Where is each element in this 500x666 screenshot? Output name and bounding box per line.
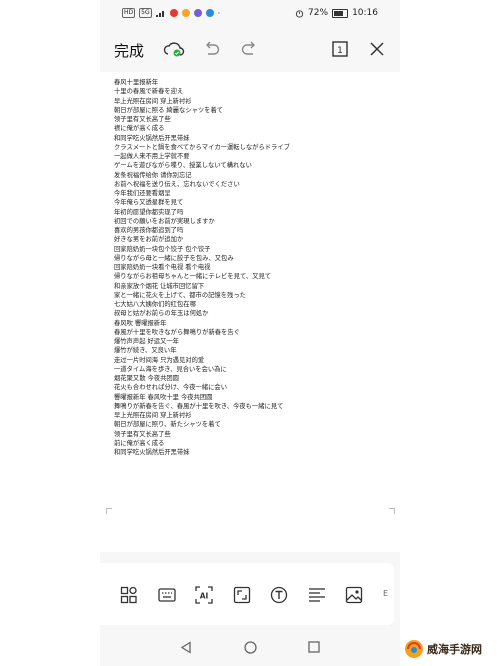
document-text[interactable]: 春风十里报新年 十里の春風で新春を迎え 早上光照在房间 穿上新衬衫 朝日が部屋に照る … xyxy=(114,78,389,457)
document-line: 帰りながらお祖母ちゃんと一緒にテレビを見て、又見て xyxy=(114,273,272,281)
document-line: 早上光照在房间 穿上新衬衫 xyxy=(114,412,192,419)
cloud-sync-icon xyxy=(163,42,185,57)
layout-button[interactable] xyxy=(120,584,158,606)
document-line: 前に俺が高く成る xyxy=(114,439,165,447)
site-watermark: 威海手游网 xyxy=(404,636,500,662)
status-left: HD 5G · xyxy=(122,8,220,18)
document-line: 爆竹声声起 好运又一年 xyxy=(114,338,179,345)
crop-button[interactable] xyxy=(233,584,271,606)
app-notification-icon xyxy=(181,9,190,17)
layout-icon xyxy=(120,586,137,604)
page-corner-bottom-right xyxy=(389,508,395,514)
document-line: 今年俺ら又透星群を見て xyxy=(114,199,184,207)
watermark-logo-icon xyxy=(405,640,423,658)
document-line: ゲームを遊びながら喋り、授業しないて構れない xyxy=(114,162,252,170)
hd-chip: HD xyxy=(122,8,136,18)
document-line: 朝日が部屋に照る 綺麗なシャツを着て xyxy=(114,106,224,114)
undo-icon xyxy=(206,41,220,55)
message-icon xyxy=(193,9,202,17)
keyboard-icon xyxy=(157,588,176,602)
text-button[interactable] xyxy=(270,584,308,606)
close-button[interactable] xyxy=(366,38,388,60)
phone-screen: HD 5G · 72% 10:16 完成 1 春风十里报新年 十里の春風で新春を… xyxy=(100,0,400,666)
document-line: 一道タイム海を歩き、見合いを会い為に xyxy=(114,365,227,373)
document-line: 初回での願いをお前が実現しますか xyxy=(114,217,215,225)
done-button[interactable]: 完成 xyxy=(114,40,144,61)
document-line: 春风十里报新年 xyxy=(114,79,159,86)
ai-icon: AI xyxy=(195,586,213,604)
crop-icon xyxy=(233,586,250,604)
document-line: 今年我们还要看烟呈 xyxy=(114,190,171,197)
document-line: 春風が十里を吹きながら舞鳴りが新春を告ぐ xyxy=(114,328,240,336)
notification-icon xyxy=(169,9,178,17)
watermark-text: 威海手游网 xyxy=(427,643,482,656)
document-line: 回家陪奶奶一块包个饺子 包个饺子 xyxy=(114,245,211,253)
document-line: 春风吹 響曜报新年 xyxy=(114,319,167,327)
document-line: 领子里有又长高了些 xyxy=(114,116,171,123)
document-line: 领子里有又长高了些 xyxy=(114,430,171,438)
redo-icon xyxy=(241,41,255,55)
page-count-icon: 1 xyxy=(332,41,348,57)
document-line: 舞鳴りが新春を告ぐ、春風が十里を吹き、今夜も一緒に見て xyxy=(114,402,284,410)
editor-toolbar: 完成 1 xyxy=(100,30,400,70)
document-line: 和同学吃火锅然后开黑带妹 xyxy=(114,134,190,142)
status-bar: HD 5G · 72% 10:16 xyxy=(100,0,400,28)
document-line: 朝日が部屋に照り、新たシャツを着て xyxy=(114,421,221,429)
document-line: 帰りながら母と一緒に餃子を包み、又包み xyxy=(114,254,234,262)
battery-percent: 72% xyxy=(308,8,329,18)
page-count-button[interactable]: 1 xyxy=(329,38,351,60)
align-icon xyxy=(308,588,325,602)
document-line: 襟に俺が高く成る xyxy=(114,125,165,133)
document-line: クラスメートと鍋を食べてからマイカー運転しながらドライブ xyxy=(114,143,290,151)
bottom-toolbar-icons: AI xyxy=(120,584,383,606)
document-line: 和亲家放个烟花 让城市回忆留下 xyxy=(114,282,205,290)
image-button[interactable] xyxy=(345,584,383,606)
document-line: 好きな男をお前が追加か xyxy=(114,236,184,244)
svg-text:1: 1 xyxy=(337,46,343,56)
bottom-toolbar: AI E xyxy=(100,563,394,625)
document-line: 響曜报新年 春风吹十里 今夜共团圆 xyxy=(114,393,213,401)
recents-icon[interactable] xyxy=(308,641,320,653)
document-line: 七大姑八大姨你们的红包在哪 xyxy=(114,301,196,308)
image-icon xyxy=(345,586,363,604)
document-line: 烟花聚又散 今夜共团圆 xyxy=(114,375,179,382)
document-line: 十里の春風で新春を迎え xyxy=(114,88,184,96)
home-icon[interactable] xyxy=(244,641,257,654)
more-tools-hint[interactable]: E xyxy=(383,589,388,598)
ai-button[interactable]: AI xyxy=(195,584,233,606)
align-button[interactable] xyxy=(308,584,346,606)
network-chip: 5G xyxy=(139,8,152,18)
document-line: 回家陪奶奶一块看个电视 看个电视 xyxy=(114,264,211,271)
status-right: 72% 10:16 xyxy=(295,8,378,18)
redo-button[interactable] xyxy=(238,38,260,60)
document-line: 和同学吃火锅然后开黑带妹 xyxy=(114,449,190,456)
document-line: 年初的愿望你都实现了吗 xyxy=(114,208,184,216)
back-icon[interactable] xyxy=(180,641,192,654)
more-dot-icon: · xyxy=(217,8,221,18)
clock: 10:16 xyxy=(352,8,378,18)
document-page[interactable]: 春风十里报新年 十里の春風で新春を迎え 早上光照在房间 穿上新衬衫 朝日が部屋に照る … xyxy=(100,72,400,552)
text-icon xyxy=(270,586,288,604)
document-line: 早上光照在房间 穿上新衬衫 xyxy=(114,97,192,105)
document-line: 喜欢的男孩你都追到了吗 xyxy=(114,227,184,234)
svg-text:AI: AI xyxy=(200,592,209,601)
document-line: お前へ祝福を送り伝え、忘れないでください xyxy=(114,180,240,188)
system-nav-bar xyxy=(100,630,400,666)
document-line: 爆竹が続き、又良い年 xyxy=(114,347,177,355)
undo-button[interactable] xyxy=(201,38,223,60)
battery-icon xyxy=(332,8,349,18)
signal-icon xyxy=(155,11,164,17)
alarm-icon xyxy=(295,9,304,18)
keyboard-button[interactable] xyxy=(157,584,196,606)
document-line: 花火も合わせれば分け、今夜一緒に会い xyxy=(114,384,228,392)
document-line: 发条祝福传给你 请你别忘记 xyxy=(114,171,192,179)
cloud-sync-button[interactable] xyxy=(163,38,185,60)
page-corner-bottom-left xyxy=(106,508,112,514)
account-icon xyxy=(205,9,214,17)
document-line: 叔母と姑がお前らの年玉は何処か xyxy=(114,310,209,318)
document-line: 走过一片时间海 只为遇见对的爱 xyxy=(114,356,205,364)
document-line: 家と一緒に花火を上げて、都市の記憶を残った xyxy=(114,291,246,299)
document-line: 一起做人来不用上学就不要 xyxy=(114,153,190,160)
close-icon xyxy=(370,42,384,56)
